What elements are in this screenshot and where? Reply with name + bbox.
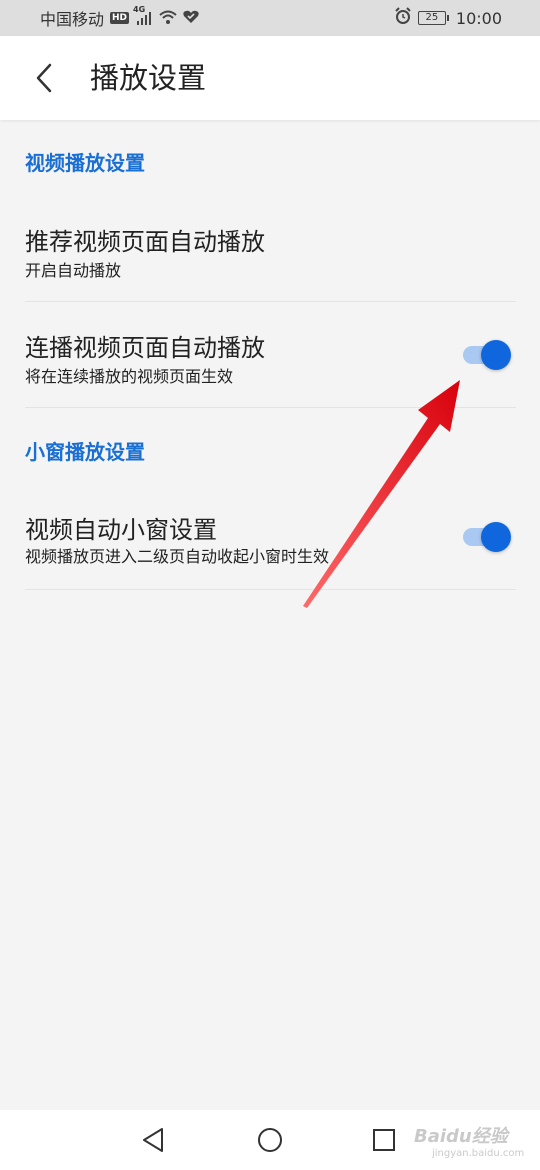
setting-title: 视频自动小窗设置 bbox=[25, 516, 217, 544]
battery-icon: 25 bbox=[417, 11, 449, 25]
triangle-back-icon bbox=[143, 1128, 163, 1152]
circle-home-icon bbox=[258, 1128, 282, 1152]
app-header: 播放设置 bbox=[0, 36, 540, 120]
status-left: 中国移动 HD 4G bbox=[40, 5, 199, 30]
setting-subtitle: 开启自动播放 bbox=[25, 261, 122, 280]
back-button[interactable] bbox=[26, 60, 62, 96]
status-bar: 中国移动 HD 4G 25 10:00 bbox=[0, 0, 540, 36]
carrier-label: 中国移动 bbox=[40, 10, 105, 29]
setting-row-recommend-autoplay[interactable]: 推荐视频页面自动播放 开启自动播放 bbox=[25, 200, 516, 302]
square-recent-icon bbox=[373, 1129, 395, 1151]
watermark-text: Baidu经验 bbox=[414, 1126, 508, 1147]
heart-check-icon bbox=[183, 9, 199, 28]
hd-icon: HD bbox=[110, 12, 130, 24]
signal-icon: 4G bbox=[133, 5, 153, 25]
wifi-icon bbox=[159, 9, 177, 28]
setting-row-continuous-autoplay[interactable]: 连播视频页面自动播放 将在连续播放的视频页面生效 bbox=[25, 302, 516, 408]
nav-back-button[interactable] bbox=[138, 1124, 170, 1156]
toggle-knob bbox=[481, 340, 511, 370]
continuous-autoplay-toggle[interactable] bbox=[461, 338, 511, 372]
chevron-left-icon bbox=[36, 63, 52, 93]
nav-recent-button[interactable] bbox=[368, 1124, 400, 1156]
section-title-video-playback: 视频播放设置 bbox=[25, 151, 145, 175]
baidu-watermark: Baidu经验 jingyan.baidu.com bbox=[410, 1116, 530, 1166]
setting-subtitle: 视频播放页进入二级页自动收起小窗时生效 bbox=[25, 547, 330, 566]
nav-home-button[interactable] bbox=[254, 1124, 286, 1156]
setting-title: 推荐视频页面自动播放 bbox=[25, 228, 265, 256]
status-right: 25 10:00 bbox=[394, 7, 502, 29]
battery-level: 25 bbox=[425, 12, 439, 23]
auto-mini-window-toggle[interactable] bbox=[461, 520, 511, 554]
setting-subtitle: 将在连续播放的视频页面生效 bbox=[25, 367, 234, 386]
alarm-icon bbox=[394, 7, 412, 29]
setting-row-auto-mini-window[interactable]: 视频自动小窗设置 视频播放页进入二级页自动收起小窗时生效 bbox=[25, 486, 516, 590]
toggle-knob bbox=[481, 522, 511, 552]
setting-title: 连播视频页面自动播放 bbox=[25, 334, 265, 362]
section-title-mini-window: 小窗播放设置 bbox=[25, 440, 145, 464]
page-title: 播放设置 bbox=[90, 61, 207, 95]
network-type-label: 4G bbox=[133, 5, 146, 14]
watermark-subtext: jingyan.baidu.com bbox=[432, 1148, 525, 1159]
clock: 10:00 bbox=[455, 8, 502, 28]
